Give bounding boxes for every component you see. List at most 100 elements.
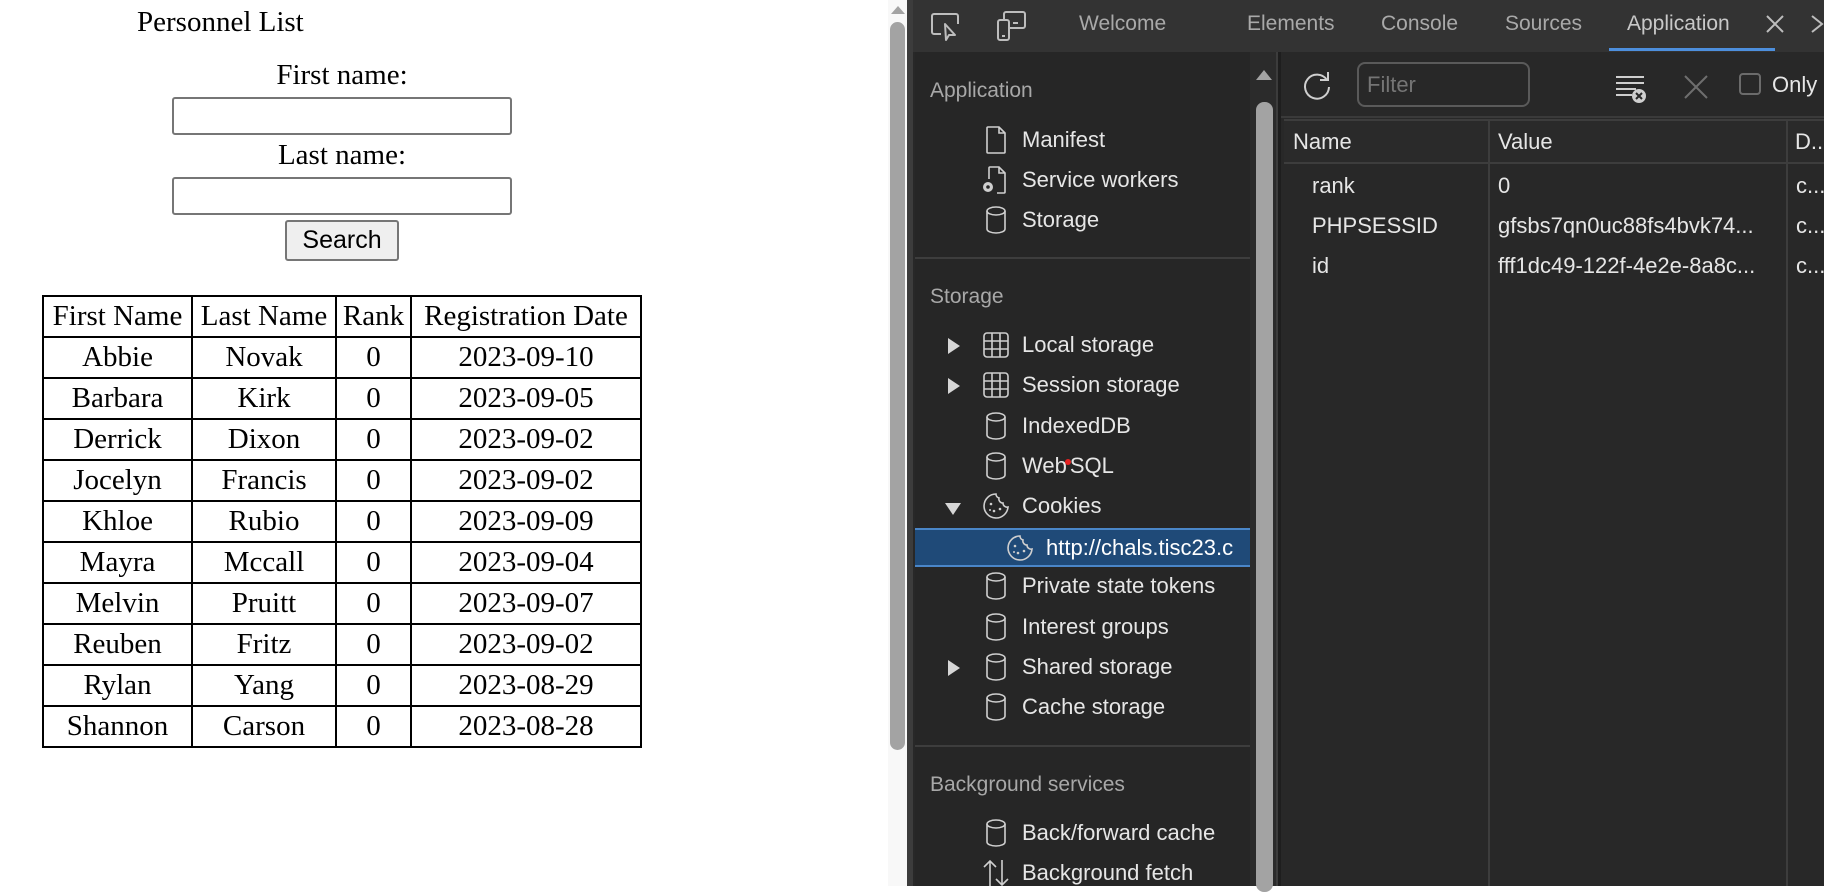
table-row: Melvin Pruitt 0 2023-09-07 xyxy=(42,582,642,625)
cell-first-name: Reuben xyxy=(42,623,193,666)
sidebar-item-label: Local storage xyxy=(1022,332,1155,357)
tab-application[interactable]: Application xyxy=(1627,0,1730,52)
sidebar-scrollbar-thumb[interactable] xyxy=(1256,102,1273,892)
page-scrollbar-thumb[interactable] xyxy=(890,22,905,750)
section-heading-application: Application xyxy=(930,79,1033,102)
sidebar-item-manifest[interactable]: Manifest xyxy=(915,121,1250,159)
sidebar-item-storage[interactable]: Storage xyxy=(915,201,1250,239)
sidebar-item-label: Interest groups xyxy=(1022,614,1169,639)
cookie-row[interactable]: PHPSESSID gfsbs7qn0uc88fs4bvk74... c... xyxy=(1284,206,1824,246)
cell-last-name: Dixon xyxy=(191,418,337,461)
close-tab-icon[interactable] xyxy=(1765,14,1785,34)
first-name-input[interactable] xyxy=(172,97,512,135)
cell-rank: 0 xyxy=(335,418,412,461)
sidebar-item-back-forward-cache[interactable]: Back/forward cache xyxy=(915,814,1250,852)
more-tabs-icon[interactable] xyxy=(1810,14,1824,34)
grid-header-border xyxy=(1284,162,1824,164)
sidebar-item-label: Cache storage xyxy=(1022,694,1166,719)
column-header-name[interactable]: Name xyxy=(1284,121,1488,163)
devtools-resize-edge[interactable] xyxy=(907,0,913,886)
sidebar-item-shared-storage[interactable]: Shared storage xyxy=(915,648,1250,686)
sidebar-item-label: IndexedDB xyxy=(1022,413,1131,438)
cookie-filter-input[interactable] xyxy=(1357,62,1530,107)
scroll-up-arrow-icon[interactable] xyxy=(1256,70,1272,80)
sidebar-item-label: Manifest xyxy=(1022,127,1106,152)
cookie-row[interactable]: rank 0 c... xyxy=(1284,166,1824,206)
delete-selected-icon[interactable] xyxy=(1683,74,1709,100)
refresh-icon[interactable] xyxy=(1300,68,1334,102)
tab-elements[interactable]: Elements xyxy=(1247,0,1335,52)
active-tab-indicator xyxy=(1609,48,1775,51)
sidebar-item-private-state-tokens[interactable]: Private state tokens xyxy=(915,567,1250,605)
sidebar-item-background-fetch[interactable]: Background fetch xyxy=(915,854,1250,892)
cookie-icon xyxy=(1007,535,1033,561)
cookie-value-cell: 0 xyxy=(1498,173,1511,198)
cookie-name-cell: id xyxy=(1312,253,1330,278)
cookie-row[interactable]: id fff1dc49-122f-4e2e-8a8c... c... xyxy=(1284,246,1824,286)
sidebar-item-label: Back/forward cache xyxy=(1022,820,1216,845)
device-toolbar-icon[interactable] xyxy=(994,10,1028,42)
collapse-arrow-icon[interactable] xyxy=(945,503,961,515)
sidebar-item-interest-groups[interactable]: Interest groups xyxy=(915,608,1250,646)
table-row: Shannon Carson 0 2023-08-28 xyxy=(42,705,642,748)
sidebar-item-service-workers[interactable]: Service workers xyxy=(915,161,1250,199)
cell-last-name: Pruitt xyxy=(191,582,337,625)
cell-registration-date: 2023-09-02 xyxy=(410,459,642,502)
sidebar-item-label: Session storage xyxy=(1022,372,1180,397)
sidebar-item-cookies[interactable]: Cookies xyxy=(915,487,1250,525)
cell-registration-date: 2023-08-29 xyxy=(410,664,642,707)
inspect-element-icon[interactable] xyxy=(929,10,963,42)
cell-rank: 0 xyxy=(335,377,412,420)
clear-all-cookies-icon[interactable] xyxy=(1614,72,1648,104)
expand-arrow-icon[interactable] xyxy=(948,338,960,354)
sidebar-item-label: Background fetch xyxy=(1022,860,1194,885)
sidebar-item-local-storage[interactable]: Local storage xyxy=(915,326,1250,364)
cell-last-name: Francis xyxy=(191,459,337,502)
personnel-table: First Name Last Name Rank Registration D… xyxy=(42,295,642,748)
cell-registration-date: 2023-09-05 xyxy=(410,377,642,420)
cell-first-name: Jocelyn xyxy=(42,459,193,502)
page-title: Personnel List xyxy=(137,6,304,38)
cell-rank: 0 xyxy=(335,623,412,666)
last-name-input[interactable] xyxy=(172,177,512,215)
sidebar-item-websql[interactable]: Web SQL xyxy=(915,447,1250,485)
page-scrollbar[interactable] xyxy=(888,0,907,886)
sidebar-item-indexeddb[interactable]: IndexedDB xyxy=(915,407,1250,445)
database-icon xyxy=(986,693,1006,721)
cell-first-name: Derrick xyxy=(42,418,193,461)
cell-rank: 0 xyxy=(335,582,412,625)
cell-rank: 0 xyxy=(335,459,412,502)
scroll-up-arrow-icon[interactable] xyxy=(891,6,905,14)
cell-last-name: Yang xyxy=(191,664,337,707)
cookie-domain-cell: c... xyxy=(1796,253,1824,278)
sidebar-scrollbar[interactable] xyxy=(1250,52,1276,892)
sidebar-item-cache-storage[interactable]: Cache storage xyxy=(915,688,1250,726)
column-header-registration-date: Registration Date xyxy=(410,295,642,338)
column-header-domain[interactable]: D... xyxy=(1788,121,1824,163)
tab-welcome[interactable]: Welcome xyxy=(1079,0,1166,52)
cell-last-name: Rubio xyxy=(191,500,337,543)
sidebar-item-session-storage[interactable]: Session storage xyxy=(915,366,1250,404)
grid-icon xyxy=(983,332,1009,358)
label-part-sql: SQL xyxy=(1069,453,1114,478)
tab-sources[interactable]: Sources xyxy=(1505,0,1582,52)
cell-last-name: Kirk xyxy=(191,377,337,420)
cell-first-name: Mayra xyxy=(42,541,193,584)
expand-arrow-icon[interactable] xyxy=(948,660,960,676)
sidebar-item-label: Web SQL xyxy=(1022,453,1114,479)
label-part-web: Web xyxy=(1022,453,1067,478)
only-show-issues-checkbox[interactable] xyxy=(1739,73,1761,95)
cell-first-name: Melvin xyxy=(42,582,193,625)
column-header-value[interactable]: Value xyxy=(1490,121,1786,163)
search-button[interactable]: Search xyxy=(285,220,399,261)
table-row: Rylan Yang 0 2023-08-29 xyxy=(42,664,642,707)
sidebar-item-cookie-origin[interactable]: http://chals.tisc23.c xyxy=(915,528,1250,567)
expand-arrow-icon[interactable] xyxy=(948,378,960,394)
cookie-domain-cell: c... xyxy=(1796,173,1824,198)
column-header-first-name: First Name xyxy=(42,295,193,338)
cell-registration-date: 2023-09-10 xyxy=(410,336,642,379)
tab-console[interactable]: Console xyxy=(1381,0,1458,52)
up-down-arrows-icon xyxy=(983,859,1009,887)
web-page: Personnel List First name: Last name: Se… xyxy=(0,0,888,886)
database-icon xyxy=(986,572,1006,600)
